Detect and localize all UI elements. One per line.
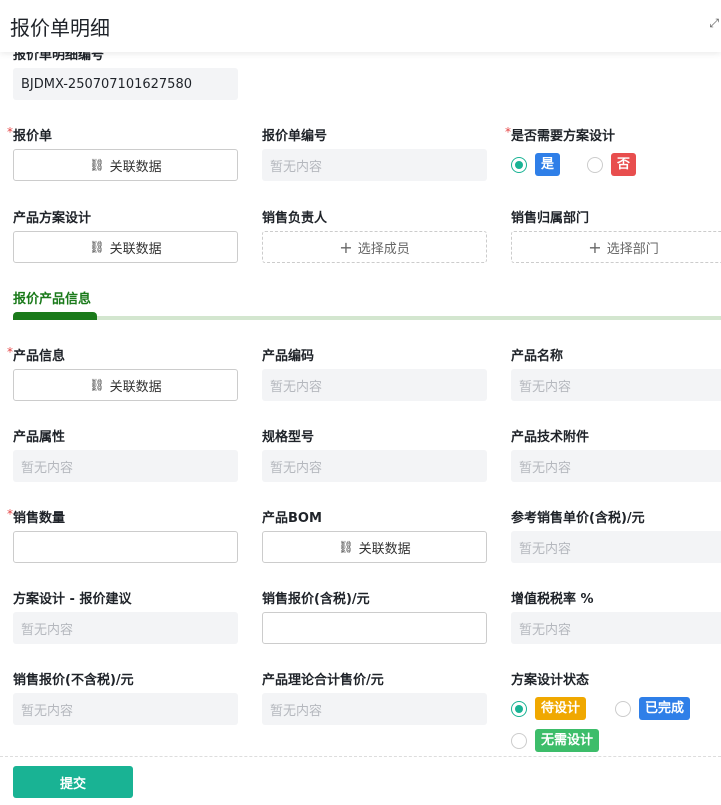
readonly-field: 暂无内容: [511, 369, 721, 401]
plus-icon: +: [588, 237, 602, 257]
select-member-button[interactable]: + 选择成员: [262, 231, 487, 263]
expand-icon[interactable]: ⤢: [709, 16, 719, 31]
link-label: 关联数据: [109, 241, 162, 257]
field-label: 方案设计 - 报价建议: [13, 592, 132, 607]
dialog-header: 报价单明细 ⤢: [0, 0, 721, 52]
readonly-field: 暂无内容: [511, 450, 721, 482]
radio-button[interactable]: [587, 157, 603, 173]
readonly-field: 暂无内容: [262, 450, 487, 482]
field-label: 规格型号: [262, 430, 315, 445]
link-data-button[interactable]: ⛓ 关联数据: [262, 531, 487, 563]
link-icon: ⛓: [89, 158, 105, 172]
readonly-field: 暂无内容: [262, 369, 487, 401]
field-label: 产品方案设计: [13, 211, 92, 226]
link-icon: ⛓: [89, 378, 105, 392]
plus-icon: +: [339, 237, 353, 257]
field-label: 方案设计状态: [511, 673, 590, 688]
field-label: 销售报价(含税)/元: [262, 592, 370, 607]
readonly-field: 暂无内容: [13, 612, 238, 644]
field-label: 销售负责人: [262, 211, 328, 226]
text-input[interactable]: [262, 612, 487, 644]
readonly-field: 暂无内容: [262, 149, 487, 181]
field-label: 增值税税率 %: [511, 592, 594, 607]
section-title: 报价产品信息: [13, 292, 92, 307]
readonly-field: 暂无内容: [13, 693, 238, 725]
picker-label: 选择成员: [357, 241, 410, 257]
field-label: 产品BOM: [262, 511, 322, 526]
field-label: 报价单编号: [262, 129, 328, 144]
link-data-button[interactable]: ⛓ 关联数据: [13, 231, 238, 263]
field-label: *销售数量: [7, 507, 66, 526]
detail-no-field: BJDMX-250707101627580: [13, 68, 238, 100]
section-divider: [13, 312, 721, 320]
field-label: *报价单: [7, 125, 53, 144]
status-tag: 已完成: [639, 697, 691, 720]
link-label: 关联数据: [358, 541, 411, 557]
page-title: 报价单明细: [10, 16, 110, 40]
radio-button[interactable]: [511, 157, 527, 173]
readonly-field: 暂无内容: [511, 531, 721, 563]
field-label: 销售归属部门: [511, 211, 590, 226]
link-icon: ⛓: [338, 540, 354, 554]
field-label: 产品理论合计售价/元: [262, 673, 384, 688]
status-tag: 无需设计: [535, 729, 600, 752]
field-label: *是否需要方案设计: [505, 125, 616, 144]
radio-button[interactable]: [511, 733, 527, 749]
text-input[interactable]: [13, 531, 238, 563]
picker-label: 选择部门: [606, 241, 659, 257]
field-label: 销售报价(不含税)/元: [13, 673, 134, 688]
option-tag: 否: [611, 153, 637, 176]
link-data-button[interactable]: ⛓ 关联数据: [13, 149, 238, 181]
field-label: 产品技术附件: [511, 430, 590, 445]
field-label: 产品编码: [262, 349, 315, 364]
link-data-button[interactable]: ⛓ 关联数据: [13, 369, 238, 401]
radio-button[interactable]: [511, 701, 527, 717]
field-label: 产品名称: [511, 349, 564, 364]
field-label: *产品信息: [7, 345, 66, 364]
submit-button[interactable]: 提交: [13, 766, 133, 798]
option-tag: 是: [535, 153, 561, 176]
readonly-field: 暂无内容: [13, 450, 238, 482]
footer-divider: [0, 756, 721, 757]
radio-button[interactable]: [615, 701, 631, 717]
field-label: 参考销售单价(含税)/元: [511, 511, 645, 526]
link-icon: ⛓: [89, 240, 105, 254]
status-tag: 待设计: [535, 697, 587, 720]
readonly-field: 暂无内容: [262, 693, 487, 725]
readonly-field: 暂无内容: [511, 612, 721, 644]
link-label: 关联数据: [109, 159, 162, 175]
field-label: 产品属性: [13, 430, 66, 445]
link-label: 关联数据: [109, 379, 162, 395]
select-dept-button[interactable]: + 选择部门: [511, 231, 721, 263]
